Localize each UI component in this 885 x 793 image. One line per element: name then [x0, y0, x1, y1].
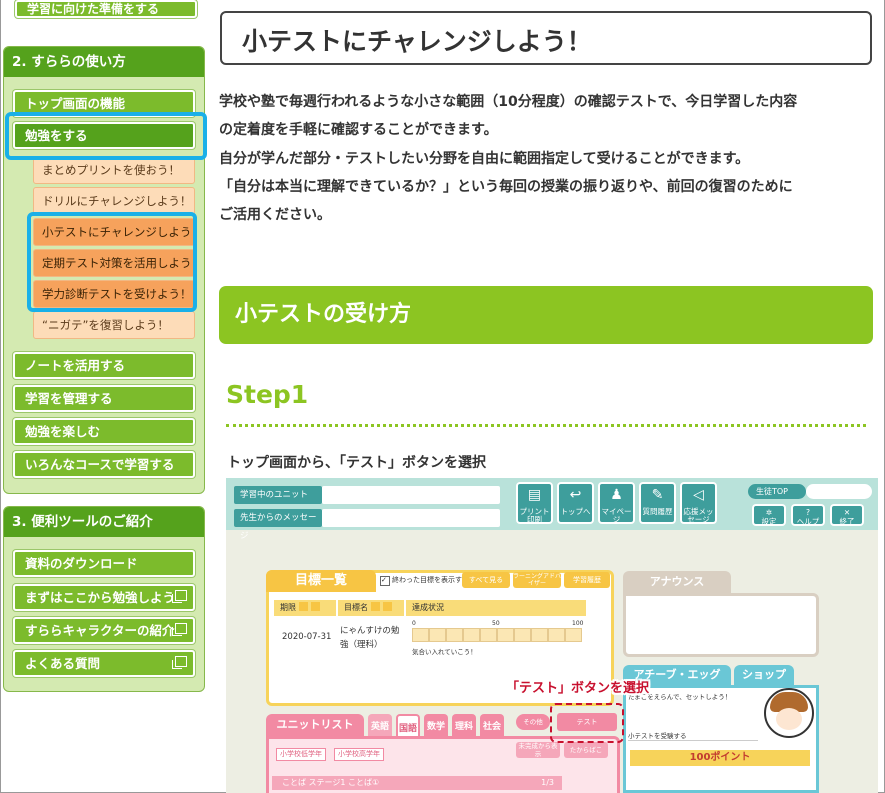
other-button: その他	[516, 714, 550, 730]
sidebar-item-label: まずはここから勉強しよう	[25, 590, 176, 605]
sidebar-item-label: すららキャラクターの紹介	[25, 623, 175, 638]
message-label: 先生からのメッセージ	[234, 509, 322, 541]
sidebar-item-notes[interactable]: ノートを活用する	[13, 352, 195, 379]
incomplete-button: 未完成から表示	[516, 742, 560, 758]
callout-label: 「テスト」ボタンを選択	[506, 681, 650, 696]
sidebar-item-download[interactable]: 資料のダウンロード	[13, 550, 195, 577]
page-title-box: 小テストにチャレンジしよう！	[220, 11, 872, 65]
paragraph-line: 「自分は本当に理解できているか？」という毎回の授業の振り返りや、前回の復習のため…	[219, 178, 793, 195]
sidebar-subitem-weak-review[interactable]: “ニガテ”を復習しよう！	[33, 311, 195, 339]
sidebar-item-manage[interactable]: 学習を管理する	[13, 385, 195, 412]
settings-button: ✲ 設定	[752, 504, 786, 526]
paragraph-line: の定着度を手軽に確認することができます。	[219, 122, 498, 139]
mypage-button: ♟ マイページ	[598, 482, 635, 524]
goals-checkbox: 終わった目標を表示する	[380, 575, 469, 586]
section-heading: 小テストの受け方	[219, 286, 873, 344]
sidebar-item-characters[interactable]: すららキャラクターの紹介	[13, 617, 195, 644]
announce-panel	[623, 593, 819, 657]
person-icon: ♟	[610, 487, 623, 503]
exit-button: ✕ 終了	[830, 504, 864, 526]
sidebar-item-start-here[interactable]: まずはここから勉強しよう	[13, 584, 195, 611]
help-button: ? ヘルプ	[791, 504, 825, 526]
goal-date: 2020-07-31	[282, 632, 332, 642]
subject-tab-english: 英語	[368, 714, 392, 736]
step-divider	[226, 424, 866, 427]
goals-header-name: 目標名	[338, 600, 404, 616]
progress-tick: 100	[572, 620, 584, 627]
goal-progress-bar	[412, 628, 582, 642]
unit-page: 1/3	[541, 778, 554, 787]
progress-tick: 50	[492, 620, 500, 627]
goal-note: 気合い入れていこう！	[412, 648, 477, 656]
subject-tab-social: 社会	[480, 714, 504, 736]
paragraph-line: 自分が学んだ部分・テストしたい分野を自由に範囲指定して受けることができます。	[219, 150, 750, 167]
sidebar-item-courses[interactable]: いろんなコースで学習する	[13, 451, 195, 478]
sidebar-item-enjoy[interactable]: 勉強を楽しむ	[13, 418, 195, 445]
chat-icon: ✎	[651, 487, 664, 503]
achieve-line: 小テストを受験する	[628, 730, 758, 741]
subject-tab-science: 理科	[452, 714, 476, 736]
top-button: ↩ トップへ	[557, 482, 594, 524]
progress-tick: 0	[412, 620, 416, 627]
view-all-button: すべて見る	[462, 572, 510, 588]
question-history-button: ✎ 質問履歴	[639, 482, 676, 524]
highlight-test-items	[27, 212, 197, 312]
app-screenshot: 学習中のユニット 先生からのメッセージ ▤ プリント印刷 ↩ トップへ ♟ マイページ…	[226, 478, 878, 793]
announce-title: アナウンス	[623, 571, 731, 593]
cheer-message-button: ◁ 応援メッセージ	[680, 482, 717, 524]
return-icon: ↩	[569, 487, 582, 503]
grade-tab-lower: 小学校低学年	[276, 748, 326, 761]
external-link-icon	[172, 623, 187, 636]
unit-list-title: ユニットリスト	[266, 714, 364, 736]
paragraph-line: 学校や塾で毎週行われるような小さな範囲（10分程度）の確認テストで、今日学習した…	[219, 94, 798, 110]
paragraph-line: ご活用ください。	[219, 207, 331, 224]
printer-icon: ▤	[527, 487, 542, 503]
sidebar: 学習に向けた準備をする 2. すららの使い方 トップ画面の機能 勉強をする まと…	[3, 0, 207, 793]
unit-row: ことば ステージ1 ことば① 1/3	[272, 776, 562, 790]
external-link-icon	[172, 656, 187, 669]
test-button: テスト	[557, 713, 617, 731]
step-instruction: トップ画面から、「テスト」ボタンを選択	[227, 455, 486, 471]
goal-name: にゃんすけの勉強（理科）	[340, 626, 400, 650]
sidebar-section-title: 3. 便利ツールのご紹介	[4, 507, 204, 537]
unit-label: 学習中のユニット	[234, 486, 322, 504]
unit-field	[322, 486, 500, 504]
sidebar-section-title: 2. すららの使い方	[4, 47, 204, 77]
treasure-button: たからばこ	[564, 742, 608, 758]
learning-advisor-button: ラーニングアドバイザー	[513, 572, 562, 588]
sidebar-item-label: よくある質問	[25, 656, 101, 671]
intro-paragraph: 学校や塾で毎週行われるような小さな範囲（10分程度）の確認テストで、今日学習した…	[219, 88, 871, 229]
subject-tab-math: 数学	[424, 714, 448, 736]
subject-tab-japanese: 国語	[396, 714, 420, 736]
page-title: 小テストにチャレンジしよう！	[242, 27, 592, 56]
print-button: ▤ プリント印刷	[516, 482, 553, 524]
sidebar-subitem-drill[interactable]: ドリルにチャレンジしよう！	[33, 187, 195, 215]
external-link-icon	[172, 590, 187, 603]
highlight-study-button	[5, 112, 207, 160]
student-top-label: 生徒TOP	[748, 484, 806, 499]
goals-header-deadline: 期限	[274, 600, 336, 616]
goals-header-status: 達成状況	[406, 600, 586, 616]
points-badge: 100ポイント	[630, 750, 810, 766]
grade-tab-upper: 小学校高学年	[334, 748, 384, 761]
sidebar-item-faq[interactable]: よくある質問	[13, 650, 195, 677]
sidebar-subitem-summary-print[interactable]: まとめプリントを使おう！	[33, 156, 195, 184]
megaphone-icon: ◁	[693, 487, 704, 503]
step-title: Step1	[226, 380, 309, 409]
history-button: 学習履歴	[564, 572, 610, 588]
character-avatar	[764, 688, 814, 738]
goals-title: 目標一覧	[266, 570, 376, 592]
message-field	[322, 509, 500, 527]
student-top-field	[806, 484, 872, 499]
sidebar-item-preparation[interactable]: 学習に向けた準備をする	[15, 0, 197, 18]
shop-tab: ショップ	[734, 665, 794, 685]
